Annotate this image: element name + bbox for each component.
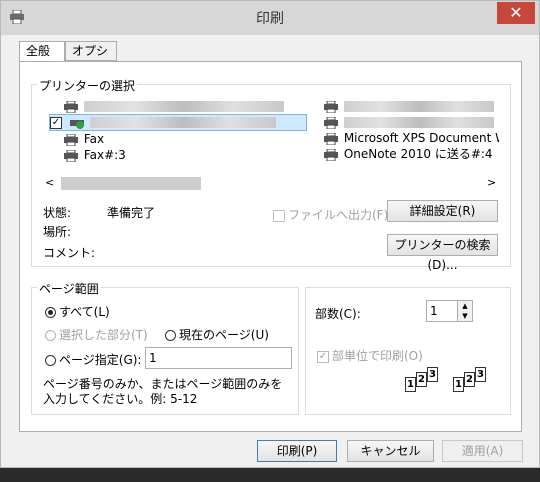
pages-input[interactable] — [145, 347, 292, 369]
printer-item[interactable]: Fax — [63, 131, 323, 147]
printer-item-selected[interactable]: ✓ — [49, 114, 307, 131]
range-current-label: 現在のページ(U) — [179, 328, 269, 342]
fax-icon — [63, 149, 79, 162]
printer-item[interactable] — [323, 114, 499, 130]
print-button[interactable]: 印刷(P) — [257, 440, 337, 462]
printer-item[interactable]: Microsoft XPS Document W — [323, 130, 499, 146]
spin-down-icon[interactable]: ▼ — [458, 311, 472, 321]
redacted-printer-name — [83, 101, 284, 112]
print-to-file-label: ファイルへ出力(F) — [288, 208, 389, 222]
copies-input[interactable] — [426, 300, 458, 322]
printer-default-icon — [69, 117, 85, 129]
tab-options[interactable]: オプション — [65, 41, 117, 76]
range-pages-label: ページ指定(G): — [59, 353, 142, 367]
collate-page: 1 — [453, 377, 464, 392]
collate-checkbox[interactable]: ✓ 部単位で印刷(O) — [317, 347, 423, 364]
printer-name: OneNote 2010 に送る#:4 — [343, 147, 493, 161]
status-value: 準備完了 — [107, 206, 156, 220]
printer-name: Fax#:3 — [83, 148, 126, 162]
redacted-printer-name — [343, 117, 494, 128]
range-all-radio[interactable]: すべて(L) — [45, 303, 110, 320]
apply-button[interactable]: 適用(A) — [442, 440, 523, 462]
printer-list-right: Microsoft XPS Document W OneNote 2010 に送… — [323, 98, 499, 162]
redacted-printer-name — [343, 101, 494, 112]
page-range-label: ページ範囲 — [37, 280, 101, 297]
printer-icon — [63, 100, 79, 113]
printer-select-label: プリンターの選択 — [37, 77, 138, 94]
collate-label: 部単位で印刷(O) — [332, 349, 423, 363]
collate-page: 3 — [427, 367, 438, 382]
scroll-right-icon[interactable]: > — [487, 176, 496, 189]
scrollbar-thumb[interactable] — [61, 177, 201, 190]
printer-icon — [323, 132, 339, 145]
printer-name: Microsoft XPS Document W — [343, 131, 499, 145]
tab-general[interactable]: 全般 — [19, 41, 65, 62]
spin-up-icon[interactable]: ▲ — [458, 301, 472, 311]
range-pages-radio[interactable]: ページ指定(G): — [45, 351, 141, 368]
printer-icon — [323, 116, 339, 129]
range-selection-label: 選択した部分(T) — [59, 328, 148, 342]
copies-label: 部数(C): — [315, 307, 361, 321]
range-current-radio[interactable]: 現在のページ(U) — [165, 326, 269, 343]
collate-pages-icon: 3 2 1 3 2 1 — [399, 367, 499, 403]
checkbox-checked: ✓ — [317, 350, 329, 363]
redacted-printer-name — [89, 117, 276, 128]
location-label: 場所: — [43, 225, 72, 239]
radio-button — [165, 330, 176, 341]
status-label: 状態: — [43, 206, 72, 220]
window-title: 印刷 — [256, 11, 284, 27]
print-dialog: 印刷 ✕ 全般 オプション プリンターの選択 ✓ Fax Fax#:3 — [0, 0, 540, 468]
printer-item[interactable] — [63, 98, 323, 114]
range-all-label: すべて(L) — [59, 305, 110, 319]
collate-page: 1 — [405, 377, 416, 392]
fax-icon — [63, 133, 79, 146]
cancel-button[interactable]: キャンセル — [347, 440, 434, 462]
checkbox-box — [273, 209, 285, 222]
page-range-hint: ページ番号のみか、またはページ範囲のみを入力してください。例: 5-12 — [43, 377, 283, 406]
comment-label: コメント: — [43, 246, 96, 260]
find-printer-button[interactable]: プリンターの検索(D)... — [387, 234, 498, 272]
printer-list-left: ✓ Fax Fax#:3 — [49, 98, 323, 163]
range-selection-radio[interactable]: 選択した部分(T) — [45, 326, 148, 343]
printer-name: Fax — [83, 132, 105, 146]
radio-selected — [45, 307, 56, 318]
print-to-file-checkbox[interactable]: ファイルへ出力(F) — [273, 206, 388, 223]
collate-page: 2 — [416, 372, 427, 387]
printer-item[interactable] — [323, 98, 499, 114]
printer-item[interactable]: OneNote 2010 に送る#:4 — [323, 146, 499, 162]
close-button[interactable]: ✕ — [497, 2, 535, 24]
background-strip — [0, 468, 540, 482]
scroll-left-icon[interactable]: < — [45, 176, 54, 189]
printer-icon — [323, 148, 339, 161]
printer-item[interactable]: Fax#:3 — [63, 147, 323, 163]
preferences-button[interactable]: 詳細設定(R) — [387, 200, 498, 222]
radio-button — [45, 330, 56, 341]
collate-page: 2 — [464, 372, 475, 387]
default-check-icon: ✓ — [50, 116, 62, 129]
printer-icon — [323, 100, 339, 113]
radio-button — [45, 355, 56, 366]
collate-page: 3 — [475, 367, 486, 382]
copies-spinner[interactable]: ▲ ▼ — [457, 300, 473, 322]
